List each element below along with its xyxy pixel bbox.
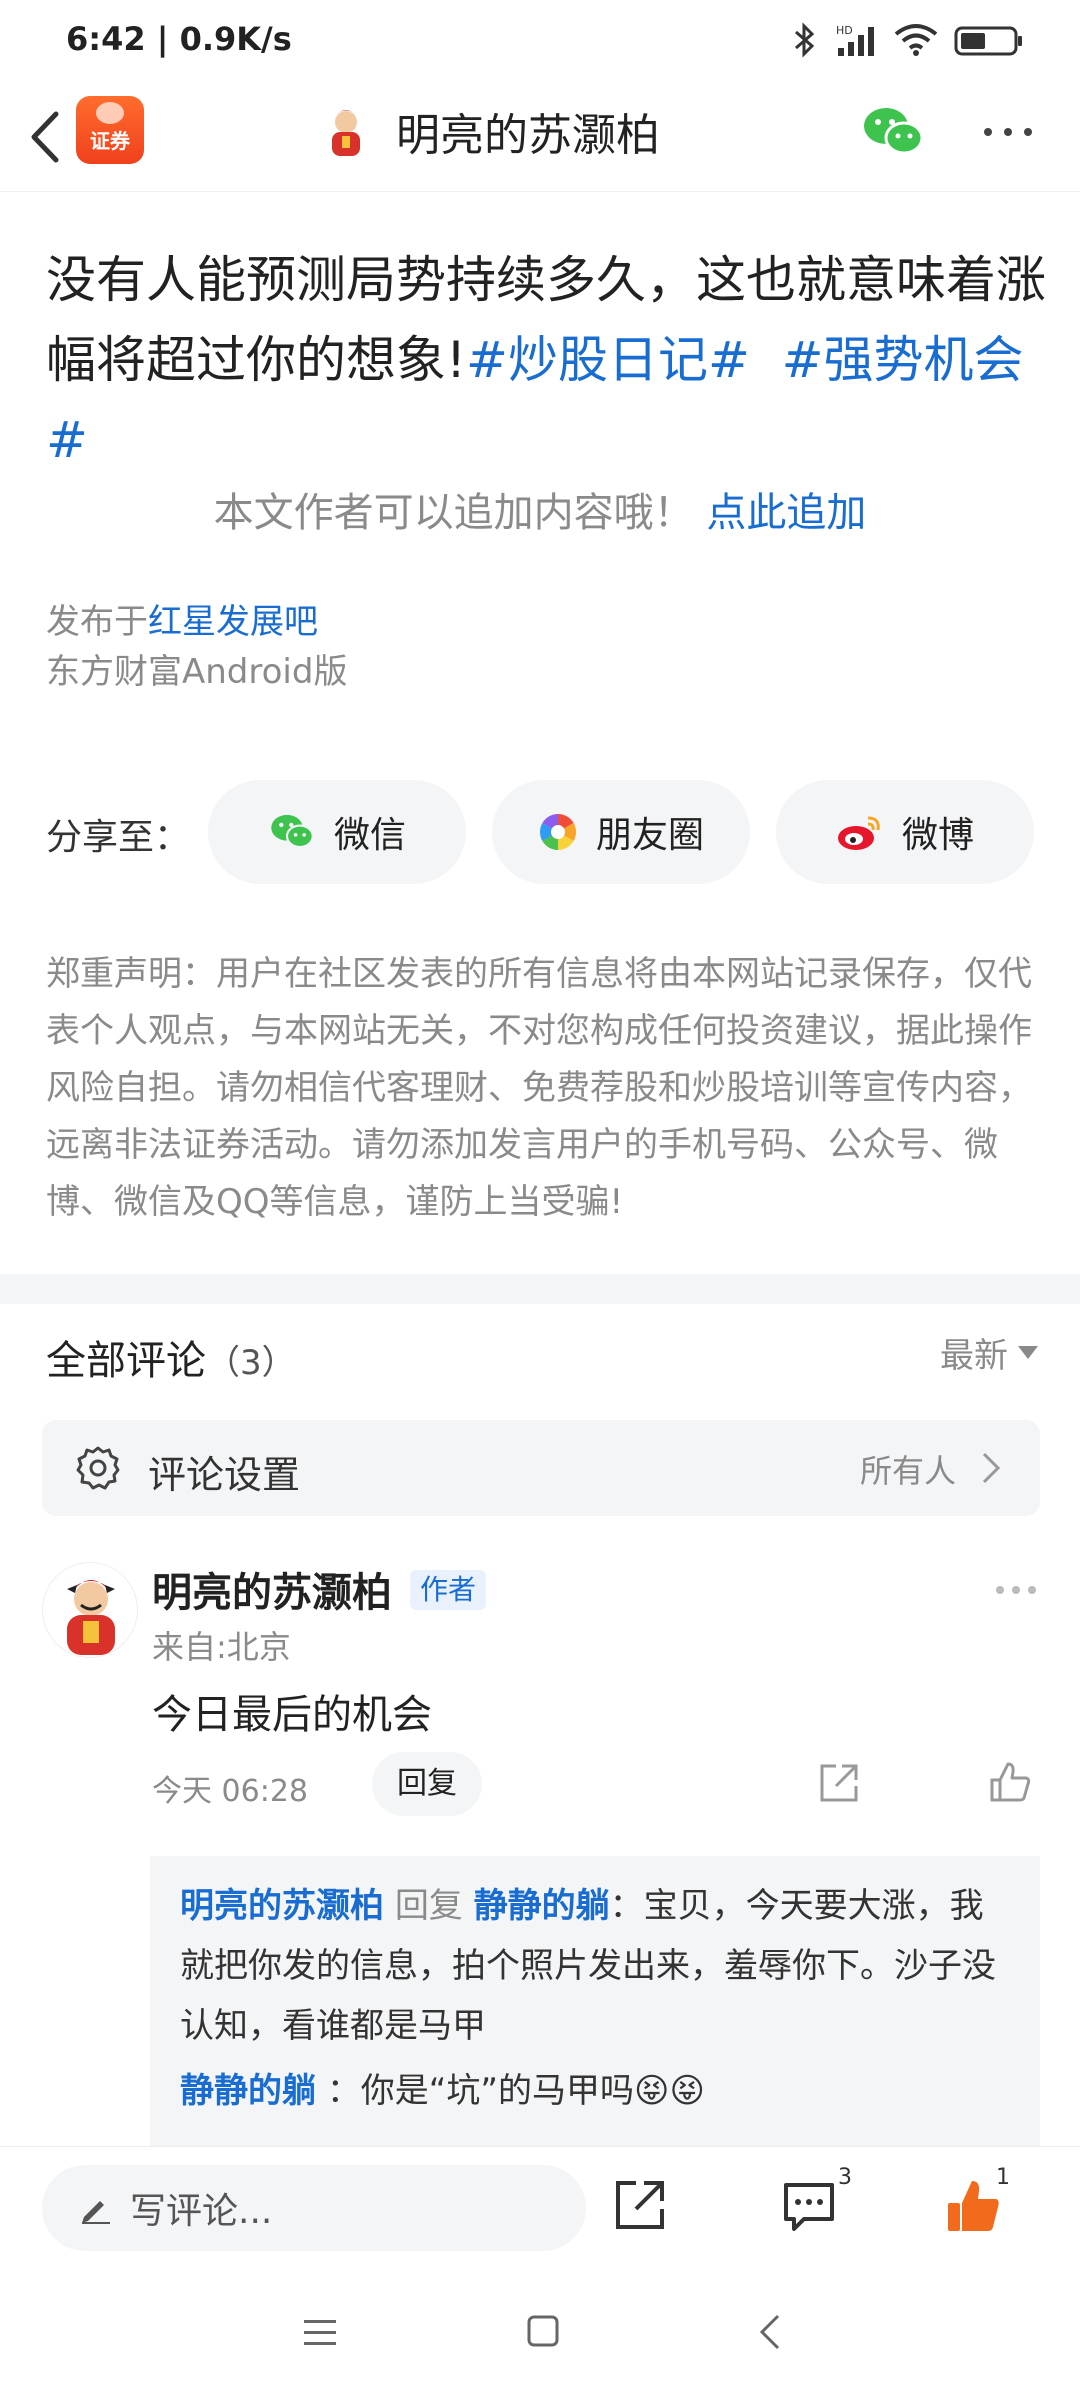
comment-count-badge: 3 (838, 2165, 852, 2190)
chevron-right-icon (982, 1452, 1001, 1484)
author-badge: 作者 (410, 1570, 487, 1610)
wifi-icon (894, 24, 938, 56)
comment-settings-label: 评论设置 (148, 1453, 301, 1497)
pencil-icon (82, 2201, 110, 2224)
author-avatar-icon (332, 110, 360, 156)
share-weibo-button[interactable]: 微博 (776, 780, 1034, 884)
thumbs-up-filled-icon[interactable] (944, 2177, 1002, 2235)
reply-thread: 明亮的苏灏柏 回复 静静的躺：宝贝，今天要大涨，我就把你发的信息，拍个照片发出来… (150, 1856, 1040, 2146)
app-badge-label: 证券 (90, 129, 130, 153)
sort-dropdown[interactable]: 最新 (940, 1328, 1038, 1377)
append-prompt-text: 本文作者可以追加内容哦！ (213, 490, 694, 536)
write-comment-input[interactable]: 写评论... (42, 2165, 586, 2251)
status-icons: HD (792, 22, 1024, 58)
reply-text: ：你是“坑”的马甲吗😝😝 (326, 2071, 705, 2111)
append-content-prompt: 本文作者可以追加内容哦！ 点此追加 (0, 480, 1080, 538)
bluetooth-icon (795, 22, 815, 58)
share-icon[interactable] (818, 1762, 860, 1804)
share-weibo-label: 微博 (901, 815, 974, 856)
thumbs-up-icon[interactable] (988, 1760, 1032, 1804)
commenter-name[interactable]: 明亮的苏灏柏 (152, 1560, 392, 1618)
published-prefix: 发布于 (46, 602, 148, 642)
comments-title-label: 全部评论 (46, 1338, 206, 1384)
like-count-badge: 1 (996, 2165, 1010, 2190)
wechat-icon (271, 814, 314, 849)
comment-time: 今天 06:28 (152, 1774, 308, 1809)
reply-target[interactable]: 静静的躺 (474, 1886, 610, 1926)
share-label: 分享至： (46, 817, 191, 858)
comment-bubble-icon[interactable] (780, 2179, 838, 2233)
disclaimer: 郑重声明：用户在社区发表的所有信息将由本网站记录保存，仅代表个人观点，与本网站无… (46, 954, 1032, 1222)
author-avatar-icon (67, 1580, 115, 1655)
commenter-avatar[interactable] (42, 1562, 138, 1658)
share-wechat-label: 微信 (333, 815, 406, 856)
published-in: 发布于红星发展吧 (46, 594, 318, 643)
comment-text: 今日最后的机会 (152, 1692, 432, 1738)
home-icon[interactable] (526, 2314, 560, 2348)
weibo-icon (837, 816, 880, 850)
dropdown-triangle-icon (1018, 1346, 1038, 1359)
status-bar: 6:42 | 0.9K/s HD (0, 0, 1080, 84)
system-nav-bar (0, 2270, 1080, 2400)
more-dots-icon[interactable] (980, 122, 1036, 142)
bottom-action-bar: 写评论... 3 1 (0, 2146, 1080, 2270)
share-icon[interactable] (612, 2177, 668, 2233)
reply-verb: 回复 (394, 1886, 463, 1926)
wechat-icon[interactable] (860, 104, 926, 160)
sort-label: 最新 (940, 1336, 1008, 1376)
topic-tag-stock-diary[interactable]: #炒股日记# (466, 331, 750, 389)
reply-button[interactable]: 回复 (372, 1752, 482, 1816)
app-badge[interactable]: 证券 (76, 96, 144, 164)
client-info: 东方财富Android版 (46, 652, 348, 692)
menu-icon[interactable] (300, 2314, 340, 2350)
post-body: 没有人能预测局势持续多久，这也就意味着涨幅将超过你的想象!#炒股日记# #强势机… (46, 240, 1046, 480)
share-wechat-button[interactable]: 微信 (208, 780, 466, 884)
reply-item: 静静的躺 ：你是“坑”的马甲吗😝😝 (180, 2066, 1010, 2116)
gear-icon (76, 1446, 120, 1490)
comments-count: （3） (206, 1343, 296, 1383)
share-moments-label: 朋友圈 (595, 815, 704, 856)
signal-hd-icon: HD (836, 24, 874, 56)
status-time: 6:42 | 0.9K/s (66, 20, 292, 58)
write-comment-placeholder: 写评论... (130, 2191, 273, 2232)
svg-text:HD: HD (836, 24, 853, 37)
back-icon[interactable] (758, 2312, 782, 2352)
reply-author[interactable]: 明亮的苏灏柏 (180, 1886, 384, 1926)
back-arrow-icon[interactable] (20, 102, 70, 172)
share-moments-button[interactable]: 朋友圈 (492, 780, 750, 884)
reply-item: 明亮的苏灏柏 回复 静静的躺：宝贝，今天要大涨，我就把你发的信息，拍个照片发出来… (180, 1876, 1010, 2056)
page-title: 明亮的苏灏柏 (396, 110, 660, 161)
battery-icon (954, 26, 1022, 56)
comment-settings-row[interactable]: 评论设置 所有人 (42, 1420, 1040, 1516)
navbar: 证券 明亮的苏灏柏 (0, 84, 1080, 192)
forum-link[interactable]: 红星发展吧 (148, 602, 318, 642)
more-dots-icon[interactable] (994, 1584, 1038, 1596)
section-divider (0, 1274, 1080, 1304)
moments-icon (539, 814, 576, 850)
comments-title: 全部评论（3） (46, 1328, 296, 1386)
reply-author[interactable]: 静静的躺 (180, 2071, 316, 2111)
commenter-location: 来自:北京 (152, 1628, 291, 1666)
append-link[interactable]: 点此追加 (706, 490, 866, 536)
comment-settings-value: 所有人 (859, 1452, 956, 1490)
